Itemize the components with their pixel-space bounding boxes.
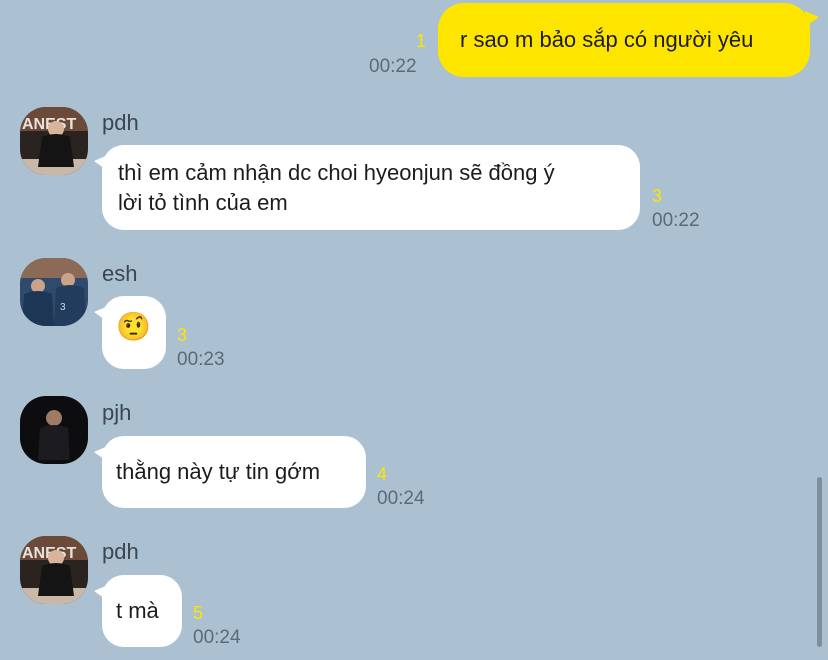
sender-name: esh xyxy=(102,261,138,286)
message-text: t mà xyxy=(116,598,159,623)
avatar-esh-image: 3 xyxy=(20,258,88,326)
avatar[interactable]: ANEST xyxy=(20,107,88,175)
message-text: thằng này tự tin gớm xyxy=(116,459,321,484)
message-time: 00:24 xyxy=(193,627,241,648)
message-time: 00:22 xyxy=(369,56,417,77)
incoming-bubble[interactable]: thì em cảm nhận dc choi hyeonjun sẽ đồng… xyxy=(94,145,640,230)
message-time: 00:23 xyxy=(177,349,225,370)
message-text: r sao m bảo sắp có người yêu xyxy=(460,27,754,52)
scrollbar[interactable] xyxy=(817,477,822,647)
avatar-pdh-image: ANEST xyxy=(20,536,88,604)
unread-count: 4 xyxy=(377,464,388,484)
avatar[interactable] xyxy=(20,396,88,464)
chat-message-list[interactable]: 1 00:22 r sao m bảo sắp có người yêu ANE… xyxy=(0,0,828,660)
avatar[interactable]: 3 xyxy=(20,258,88,326)
message-time: 00:24 xyxy=(377,488,425,509)
sender-name: pjh xyxy=(102,400,132,425)
incoming-bubble[interactable]: t mà xyxy=(94,575,182,647)
sender-name: pdh xyxy=(102,539,139,564)
message-text-line: thì em cảm nhận dc choi hyeonjun sẽ đồng… xyxy=(118,160,555,185)
message-text-line: lời tỏ tình của em xyxy=(118,190,288,215)
incoming-bubble[interactable]: thằng này tự tin gớm xyxy=(94,436,366,508)
outgoing-bubble[interactable]: r sao m bảo sắp có người yêu xyxy=(438,3,819,77)
avatar-pdh-image: ANEST xyxy=(20,107,88,175)
unread-count: 5 xyxy=(193,603,204,623)
sender-name: pdh xyxy=(102,110,139,135)
outgoing-message[interactable]: r sao m bảo sắp có người yêu xyxy=(438,3,819,77)
avatar[interactable]: ANEST xyxy=(20,536,88,604)
svg-text:3: 3 xyxy=(60,302,66,313)
raised-eyebrow-emoji: 🤨 xyxy=(116,311,151,342)
incoming-bubble[interactable]: 🤨 xyxy=(94,296,166,369)
avatar-pjh-image xyxy=(20,396,88,464)
unread-count: 3 xyxy=(177,325,188,345)
message-time: 00:22 xyxy=(652,210,700,231)
unread-count: 1 xyxy=(416,31,427,51)
unread-count: 3 xyxy=(652,186,663,206)
